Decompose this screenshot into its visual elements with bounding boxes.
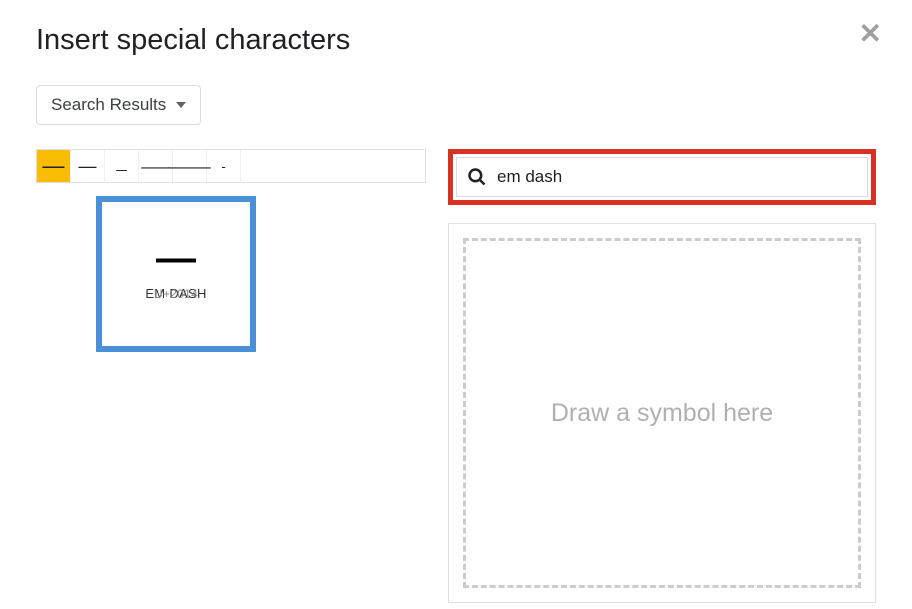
character-preview-tooltip: — EM DASH U+2014 <box>96 196 256 352</box>
close-icon[interactable]: ✕ <box>859 20 882 48</box>
search-highlight-annotation <box>448 149 876 205</box>
category-dropdown[interactable]: Search Results <box>36 85 201 125</box>
search-icon <box>467 167 487 187</box>
draw-panel-container: Draw a symbol here <box>448 223 876 603</box>
char-result[interactable]: - <box>207 150 241 182</box>
category-label: Search Results <box>51 95 166 115</box>
chevron-down-icon <box>176 102 186 108</box>
char-result[interactable]: — <box>37 150 71 182</box>
char-result[interactable]: ― <box>71 150 105 182</box>
draw-placeholder: Draw a symbol here <box>551 399 773 428</box>
dialog-title: Insert special characters <box>36 24 350 57</box>
preview-glyph: — <box>156 248 196 268</box>
char-result[interactable]: ﹘ <box>105 150 139 182</box>
draw-area[interactable]: Draw a symbol here <box>463 238 861 588</box>
preview-codepoint: U+2014 <box>145 287 206 301</box>
search-input[interactable] <box>497 167 857 187</box>
search-box[interactable] <box>456 157 868 197</box>
char-result[interactable]: ⸻ <box>173 150 207 182</box>
character-results-strip: — ― ﹘ ⸺ ⸻ - <box>36 149 426 183</box>
